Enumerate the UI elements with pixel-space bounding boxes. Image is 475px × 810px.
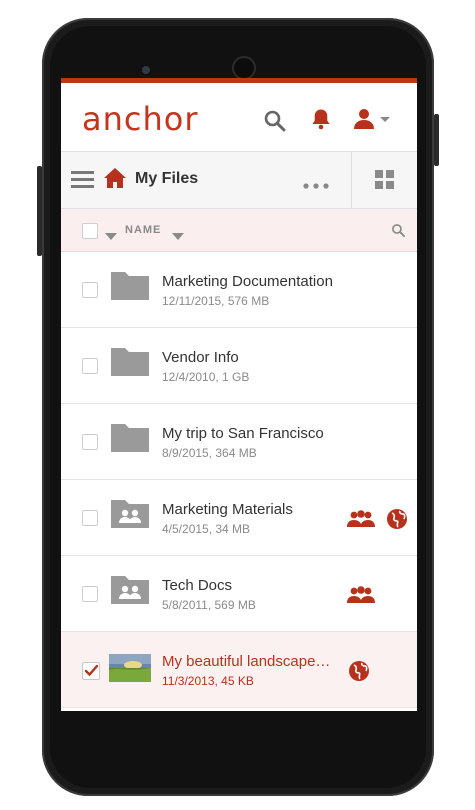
shared-folder-icon (109, 498, 151, 535)
search-icon[interactable] (263, 109, 287, 138)
user-menu-button[interactable] (353, 107, 391, 136)
user-avatar-icon (354, 109, 390, 129)
list-item[interactable]: Tech Docs 5/8/2011, 569 MB (61, 556, 417, 632)
file-name: My trip to San Francisco (162, 425, 324, 442)
select-all-checkbox[interactable] (82, 223, 98, 239)
folder-icon (109, 422, 151, 459)
more-options-icon[interactable] (303, 176, 329, 194)
file-meta: 4/5/2015, 34 MB (162, 522, 251, 536)
shared-folder-icon (109, 574, 151, 611)
earpiece-speaker (234, 58, 254, 78)
list-item[interactable]: Marketing Materials 4/5/2015, 34 MB (61, 480, 417, 556)
filter-search-icon[interactable] (391, 223, 406, 243)
landscape-image-thumbnail (109, 654, 151, 687)
row-checkbox[interactable] (82, 282, 98, 298)
toolbar-divider (351, 152, 352, 208)
shared-group-icon[interactable] (346, 586, 376, 609)
folder-icon (109, 270, 151, 307)
folder-icon (109, 346, 151, 383)
list-item[interactable]: My trip to San Francisco 8/9/2015, 364 M… (61, 404, 417, 480)
hamburger-menu-icon[interactable] (71, 171, 95, 194)
list-item[interactable]: My beautiful landscape… 11/3/2013, 45 KB (61, 632, 417, 708)
row-checkbox[interactable] (82, 510, 98, 526)
select-options-chevron-down-icon[interactable] (105, 227, 117, 245)
shared-group-icon[interactable] (346, 510, 376, 533)
sort-by-name-label[interactable]: NAME (125, 224, 161, 236)
power-button[interactable] (434, 114, 439, 166)
file-meta: 8/9/2015, 364 MB (162, 446, 257, 460)
list-item[interactable]: Vendor Info 12/4/2010, 1 GB (61, 328, 417, 404)
row-checkbox[interactable] (82, 434, 98, 450)
list-header: NAME (61, 209, 417, 252)
globe-icon[interactable] (348, 660, 370, 687)
file-meta: 5/8/2011, 569 MB (162, 598, 256, 612)
file-name: Tech Docs (162, 577, 233, 594)
app-header: anchor (61, 83, 417, 151)
file-meta: 11/3/2013, 45 KB (162, 674, 254, 688)
app-screen: anchor My Files NAME Marketing Documenta… (61, 78, 417, 711)
page-title: My Files (135, 170, 199, 187)
breadcrumb-toolbar: My Files (61, 151, 417, 209)
volume-button[interactable] (37, 166, 42, 256)
file-meta: 12/11/2015, 576 MB (162, 294, 270, 308)
file-name: My beautiful landscape… (162, 653, 331, 670)
home-icon[interactable] (103, 167, 127, 194)
sort-chevron-down-icon[interactable] (172, 227, 184, 245)
row-checkbox-checked[interactable] (82, 662, 100, 680)
file-name: Vendor Info (162, 349, 239, 366)
row-checkbox[interactable] (82, 586, 98, 602)
grid-view-icon[interactable] (375, 170, 395, 195)
list-item[interactable]: Marketing Documentation 12/11/2015, 576 … (61, 252, 417, 328)
anchor-logo[interactable]: anchor (82, 100, 199, 138)
row-checkbox[interactable] (82, 358, 98, 374)
globe-icon[interactable] (386, 508, 408, 535)
file-name: Marketing Materials (162, 501, 293, 518)
checkmark-icon (84, 664, 99, 677)
file-name: Marketing Documentation (162, 273, 333, 290)
notification-bell-icon[interactable] (309, 107, 333, 136)
front-camera (142, 66, 150, 74)
file-meta: 12/4/2010, 1 GB (162, 370, 250, 384)
